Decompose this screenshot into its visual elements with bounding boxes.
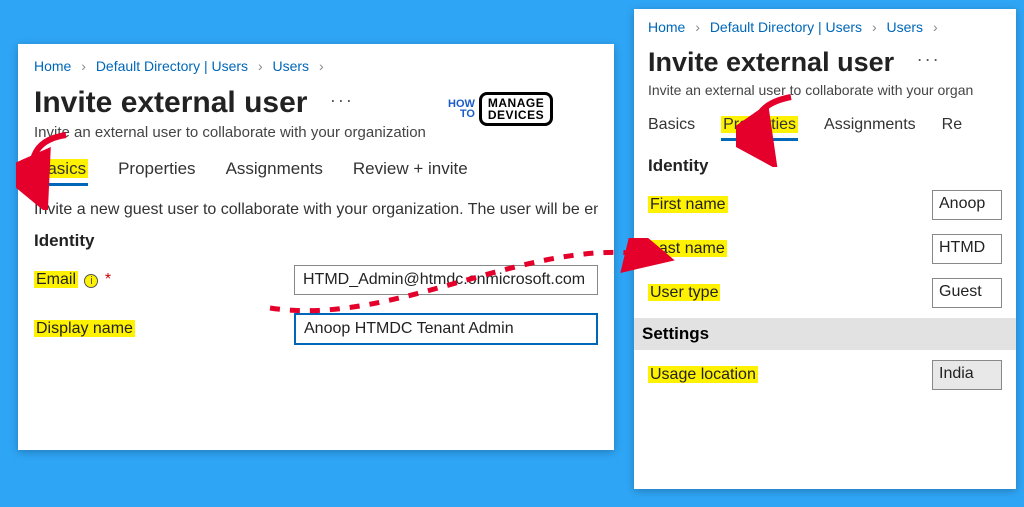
email-label-text: Email (34, 271, 78, 288)
required-marker: * (105, 271, 111, 288)
email-input[interactable]: HTMD_Admin@htmdc.onmicrosoft.com (294, 265, 598, 295)
display-name-input[interactable]: Anoop HTMDC Tenant Admin (294, 313, 598, 345)
lastname-label-text: Last name (648, 240, 727, 257)
firstname-label: First name (648, 196, 808, 214)
more-actions-button[interactable]: ··· (917, 49, 941, 70)
tab-review-invite[interactable]: Review + invite (353, 159, 468, 183)
usertype-label-text: User type (648, 284, 720, 301)
basics-description: Invite a new guest user to collaborate w… (34, 201, 598, 219)
breadcrumb: Home › Default Directory | Users › Users… (34, 58, 598, 74)
panel-properties: Home › Default Directory | Users › Users… (634, 9, 1016, 489)
lastname-input[interactable]: HTMD (932, 234, 1002, 264)
crumb-home[interactable]: Home (34, 58, 71, 74)
row-usertype: User type Guest (648, 278, 1002, 308)
tab-review-invite-truncated[interactable]: Re (942, 116, 962, 138)
tabs-right: Basics Properties Assignments Re (648, 116, 1002, 138)
chevron-right-icon: › (872, 19, 877, 35)
logo-manage-devices: MANAGE DEVICES (479, 92, 553, 126)
tab-properties[interactable]: Properties (118, 159, 195, 183)
usage-location-label: Usage location (648, 366, 808, 384)
usage-location-label-text: Usage location (648, 366, 758, 383)
logo-how-to: HOW TO (448, 99, 475, 119)
usertype-label: User type (648, 284, 808, 302)
tab-basics-label: Basics (34, 159, 88, 178)
page-title: Invite external user (648, 47, 894, 78)
tab-assignments[interactable]: Assignments (824, 116, 916, 138)
logo-to-text: TO (448, 109, 475, 119)
chevron-right-icon: › (319, 58, 324, 74)
crumb-directory[interactable]: Default Directory | Users (710, 19, 862, 35)
tab-assignments[interactable]: Assignments (226, 159, 323, 183)
logo-devices-text: DEVICES (488, 109, 544, 121)
row-usage-location: Usage location India (648, 360, 1002, 390)
lastname-label: Last name (648, 240, 808, 258)
chevron-right-icon: › (933, 19, 938, 35)
row-email: Email i * HTMD_Admin@htmdc.onmicrosoft.c… (34, 265, 598, 295)
chevron-right-icon: › (258, 58, 263, 74)
firstname-label-text: First name (648, 196, 728, 213)
row-display-name: Display name Anoop HTMDC Tenant Admin (34, 313, 598, 345)
info-icon[interactable]: i (84, 274, 98, 288)
page-subtitle: Invite an external user to collaborate w… (34, 124, 598, 141)
identity-heading: Identity (34, 231, 598, 251)
more-actions-button[interactable]: ··· (330, 90, 354, 111)
usertype-input[interactable]: Guest (932, 278, 1002, 308)
page-title: Invite external user (34, 86, 307, 120)
tab-properties[interactable]: Properties (721, 116, 798, 138)
howtomanagedevices-logo: HOW TO MANAGE DEVICES (448, 92, 553, 126)
chevron-right-icon: › (81, 58, 86, 74)
breadcrumb: Home › Default Directory | Users › Users… (648, 19, 1002, 35)
crumb-users[interactable]: Users (273, 58, 310, 74)
row-firstname: First name Anoop (648, 190, 1002, 220)
page-subtitle: Invite an external user to collaborate w… (648, 82, 1002, 98)
row-lastname: Last name HTMD (648, 234, 1002, 264)
identity-heading: Identity (648, 156, 1002, 176)
crumb-users[interactable]: Users (887, 19, 924, 35)
crumb-home[interactable]: Home (648, 19, 685, 35)
display-name-label-text: Display name (34, 320, 135, 337)
tab-basics[interactable]: Basics (648, 116, 695, 138)
settings-heading: Settings (634, 318, 1016, 350)
usage-location-input[interactable]: India (932, 360, 1002, 390)
tab-properties-label: Properties (721, 116, 798, 133)
tabs-left: Basics Properties Assignments Review + i… (34, 159, 598, 183)
email-label: Email i * (34, 271, 294, 289)
firstname-input[interactable]: Anoop (932, 190, 1002, 220)
tab-basics[interactable]: Basics (34, 159, 88, 183)
crumb-directory[interactable]: Default Directory | Users (96, 58, 248, 74)
chevron-right-icon: › (695, 19, 700, 35)
display-name-label: Display name (34, 320, 294, 338)
